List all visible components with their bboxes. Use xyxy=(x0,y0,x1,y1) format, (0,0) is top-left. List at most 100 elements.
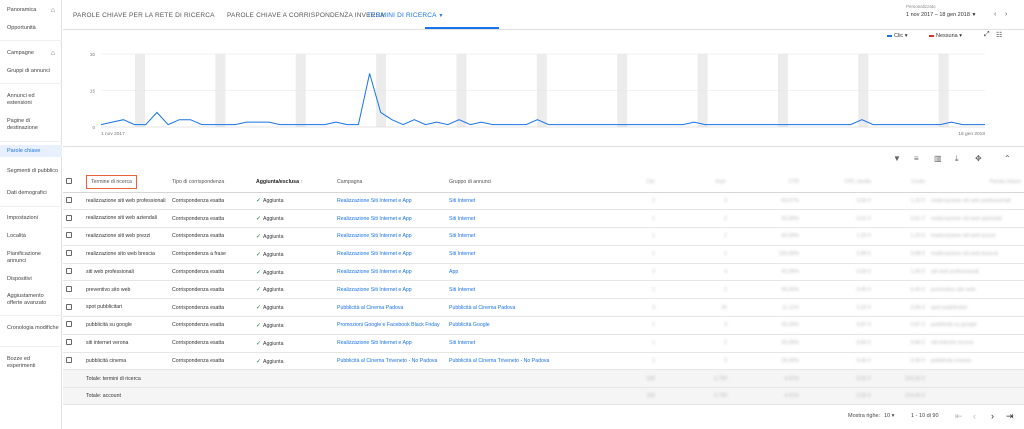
prev-period-icon[interactable]: ‹ xyxy=(994,11,996,18)
campaign-link[interactable]: Pubblicità al Cinema Triveneto - No Pado… xyxy=(334,352,446,371)
sidebar-item[interactable]: Annunci ed estensioni xyxy=(7,93,59,107)
campaign-link[interactable]: Realizzazione Siti Internet e App xyxy=(334,245,446,264)
sidebar-item[interactable]: Dispositivi xyxy=(7,276,59,283)
table-row[interactable]: siti internet verona Corrispondenza esatt… xyxy=(63,334,1024,353)
sort-asc-icon[interactable]: ↑ xyxy=(299,179,303,185)
tab-search-terms[interactable]: TERMINI DI RICERCA ▼ xyxy=(367,12,444,19)
tab-keywords-search[interactable]: PAROLE CHIAVE PER LA RETE DI RICERCA xyxy=(73,12,215,19)
row-checkbox[interactable] xyxy=(66,285,72,292)
adgroup-link-text[interactable]: Pubblicità al Cinema Triveneto - No Pado… xyxy=(449,358,549,364)
sidebar-item[interactable]: Campagne ⌂ xyxy=(7,50,59,57)
collapse-icon[interactable]: ⌃ xyxy=(1004,154,1011,163)
column-header[interactable]: Termine di ricerca xyxy=(83,172,169,193)
date-range[interactable]: 1 nov 2017 – 18 gen 2018 ▼ xyxy=(906,12,976,18)
table-row[interactable]: siti web professionali Corrispondenza esa… xyxy=(63,263,1024,282)
home-icon[interactable]: ⌂ xyxy=(51,50,55,57)
campaign-link[interactable]: Realizzazione Siti Internet e App xyxy=(334,192,446,211)
date-dropdown-icon[interactable]: ▼ xyxy=(971,12,976,18)
campaign-link[interactable]: Realizzazione Siti Internet e App xyxy=(334,209,446,229)
last-page-icon[interactable]: ⇥ xyxy=(1006,411,1014,422)
next-page-icon[interactable]: › xyxy=(991,411,994,421)
table-row[interactable]: realizzazione siti web aziendali Corrispo… xyxy=(63,209,1024,229)
table-row[interactable]: realizzazione siti web prezzi Corrisponde… xyxy=(63,227,1024,246)
campaign-link-text[interactable]: Promozioni Google e Facebook Black Frida… xyxy=(337,322,440,328)
table-row[interactable]: spot pubblicitari Corrispondenza esatta ✓ A… xyxy=(63,298,1024,318)
adgroup-link[interactable]: Siti Internet xyxy=(446,192,586,211)
campaign-link[interactable]: Promozioni Google e Facebook Black Frida… xyxy=(334,316,446,335)
row-checkbox[interactable] xyxy=(66,214,72,221)
adgroup-link-text[interactable]: Pubblicità Google xyxy=(449,322,490,328)
campaign-link[interactable]: Realizzazione Siti Internet e App xyxy=(334,227,446,246)
chevron-down-icon[interactable]: ▼ xyxy=(438,13,443,19)
adgroup-link[interactable]: Pubblicità Google xyxy=(446,316,586,335)
adgroup-link-text[interactable]: Siti Internet xyxy=(449,216,475,222)
adgroup-link-text[interactable]: Siti Internet xyxy=(449,340,475,346)
row-checkbox[interactable] xyxy=(66,303,72,310)
column-header[interactable]: Aggiunta/esclusa ↑ xyxy=(253,172,334,193)
campaign-link-text[interactable]: Realizzazione Siti Internet e App xyxy=(337,340,412,346)
campaign-link[interactable]: Pubblicità al Cinema Padova xyxy=(334,298,446,318)
column-header[interactable]: CTR xyxy=(730,172,802,193)
campaign-link-text[interactable]: Realizzazione Siti Internet e App xyxy=(337,251,412,257)
sidebar-item[interactable]: Impostazioni xyxy=(7,215,59,222)
adgroup-link-text[interactable]: Siti Internet xyxy=(449,233,475,239)
prev-page-icon[interactable]: ‹ xyxy=(973,411,976,421)
table-row[interactable]: preventivo sito web Corrispondenza esatta… xyxy=(63,280,1024,300)
adgroup-link-text[interactable]: App xyxy=(449,269,458,275)
adgroup-link[interactable]: Siti Internet xyxy=(446,245,586,264)
tab-negative-keywords[interactable]: PAROLE CHIAVE A CORRISPONDENZA INVERSA xyxy=(227,12,385,19)
sidebar-item[interactable]: Località xyxy=(7,233,59,240)
adgroup-link[interactable]: Siti Internet xyxy=(446,227,586,246)
rows-per-page-select[interactable]: 10 ▾ xyxy=(884,413,894,419)
column-header[interactable]: Campagna xyxy=(334,172,446,193)
column-header[interactable]: Impr. xyxy=(658,172,730,193)
sidebar-item[interactable]: Parole chiave xyxy=(0,145,62,157)
campaign-link[interactable]: Realizzazione Siti Internet e App xyxy=(334,263,446,282)
column-header[interactable]: CPC medio xyxy=(802,172,874,193)
campaign-link-text[interactable]: Realizzazione Siti Internet e App xyxy=(337,233,412,239)
column-header[interactable]: Gruppo di annunci xyxy=(446,172,586,193)
filter-icon[interactable]: ▼ xyxy=(893,154,901,163)
table-row[interactable]: pubblicità su google Corrispondenza esatt… xyxy=(63,316,1024,335)
campaign-link-text[interactable]: Realizzazione Siti Internet e App xyxy=(337,269,412,275)
campaign-link[interactable]: Realizzazione Siti Internet e App xyxy=(334,280,446,300)
columns-icon[interactable]: ▥ xyxy=(934,154,942,163)
sidebar-item[interactable]: Gruppi di annunci xyxy=(7,68,59,75)
sidebar-item[interactable]: Cronologia modifiche xyxy=(7,325,59,332)
column-header[interactable]: Costo xyxy=(874,172,928,193)
select-all-checkbox[interactable] xyxy=(66,177,72,184)
row-checkbox[interactable] xyxy=(66,357,72,364)
campaign-link-text[interactable]: Realizzazione Siti Internet e App xyxy=(337,216,412,222)
adgroup-link-text[interactable]: Siti Internet xyxy=(449,251,475,257)
table-row[interactable]: pubblicità cinema Corrispondenza esatta ✓ A… xyxy=(63,352,1024,371)
campaign-link-text[interactable]: Pubblicità al Cinema Triveneto - No Pado… xyxy=(337,358,437,364)
adgroup-link-text[interactable]: Pubblicità al Cinema Padova xyxy=(449,305,515,311)
sidebar-item[interactable]: Pianificazione annunci xyxy=(7,251,59,265)
campaign-link[interactable]: Realizzazione Siti Internet e App xyxy=(334,334,446,353)
home-icon[interactable]: ⌂ xyxy=(51,7,55,14)
sidebar-item[interactable]: Dati demografici xyxy=(7,190,59,197)
adgroup-link[interactable]: Siti Internet xyxy=(446,334,586,353)
adgroup-link[interactable]: Siti Internet xyxy=(446,280,586,300)
adgroup-link[interactable]: Siti Internet xyxy=(446,209,586,229)
adgroup-link[interactable]: Pubblicità al Cinema Padova xyxy=(446,298,586,318)
adgroup-link[interactable]: Pubblicità al Cinema Triveneto - No Pado… xyxy=(446,352,586,371)
segment-icon[interactable]: ≡ xyxy=(914,154,919,163)
next-period-icon[interactable]: › xyxy=(1005,11,1007,18)
table-row[interactable]: realizzazione sito web brescia Corrispond… xyxy=(63,245,1024,264)
adgroup-link-text[interactable]: Siti Internet xyxy=(449,198,475,204)
sidebar-item[interactable]: Opportunità xyxy=(7,25,59,32)
sidebar-item[interactable]: Segmenti di pubblico xyxy=(7,168,59,175)
campaign-link-text[interactable]: Pubblicità al Cinema Padova xyxy=(337,305,403,311)
sidebar-item[interactable]: Panoramica ⌂ xyxy=(7,7,59,14)
sidebar-item[interactable]: Bozze ed esperimenti xyxy=(7,356,59,370)
column-header[interactable]: Tipo di corrispondenza xyxy=(169,172,253,193)
table-row[interactable]: realizzazione siti web professionali Corr… xyxy=(63,192,1024,211)
row-checkbox[interactable] xyxy=(66,196,72,203)
campaign-link-text[interactable]: Realizzazione Siti Internet e App xyxy=(337,287,412,293)
campaign-link-text[interactable]: Realizzazione Siti Internet e App xyxy=(337,198,412,204)
sidebar-item[interactable]: Pagine di destinazione xyxy=(7,118,59,132)
first-page-icon[interactable]: ⇤ xyxy=(955,411,963,422)
sidebar-item[interactable]: Aggiustamento offerte avanzato xyxy=(7,293,59,307)
column-header[interactable]: Parola chiave xyxy=(928,172,1024,193)
